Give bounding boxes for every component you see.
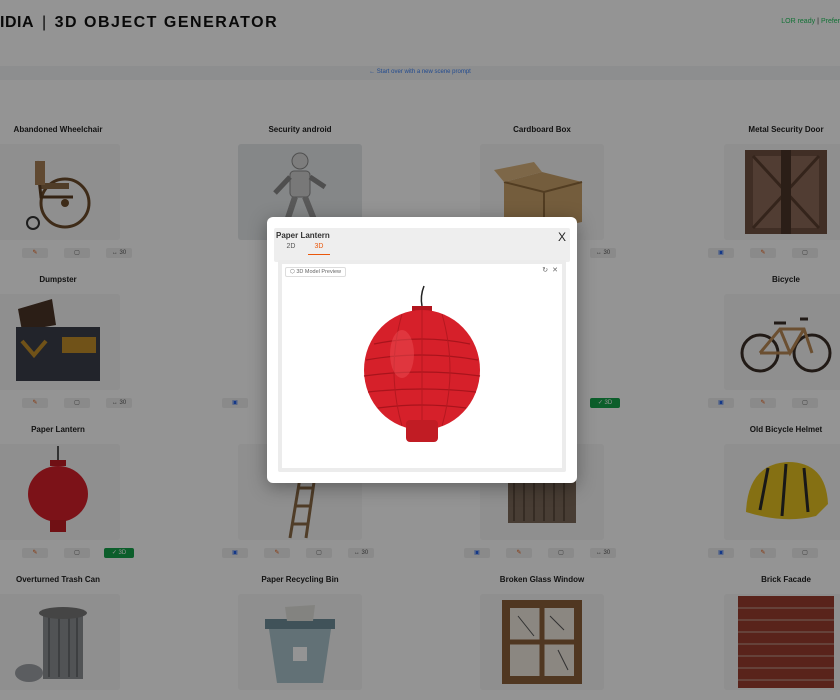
cube-icon: ⬡: [290, 269, 295, 275]
close-viewer-icon[interactable]: ✕: [552, 267, 558, 274]
preview-panel: ⬡ 3D Model Preview ↻ ✕: [278, 260, 566, 472]
dialog-header: Paper Lantern X 2D 3D: [274, 228, 570, 262]
viewer-label-text: 3D Model Preview: [296, 269, 341, 275]
reset-view-icon[interactable]: ↻: [542, 267, 548, 274]
viewer-label: ⬡ 3D Model Preview: [285, 267, 346, 277]
3d-viewer[interactable]: ⬡ 3D Model Preview ↻ ✕: [282, 264, 562, 468]
viewer-tools: ↻ ✕: [538, 266, 558, 274]
dialog-title: Paper Lantern: [276, 231, 330, 240]
tab-3d[interactable]: 3D: [308, 243, 330, 255]
tab-2d[interactable]: 2D: [280, 243, 302, 254]
lantern-3d-model[interactable]: [362, 284, 482, 444]
close-button[interactable]: X: [558, 230, 566, 244]
model-preview-dialog: Paper Lantern X 2D 3D ⬡ 3D Model Preview…: [267, 217, 577, 483]
page: IDIA | 3D OBJECT GENERATOR LOR ready | Prefe…: [0, 0, 840, 700]
